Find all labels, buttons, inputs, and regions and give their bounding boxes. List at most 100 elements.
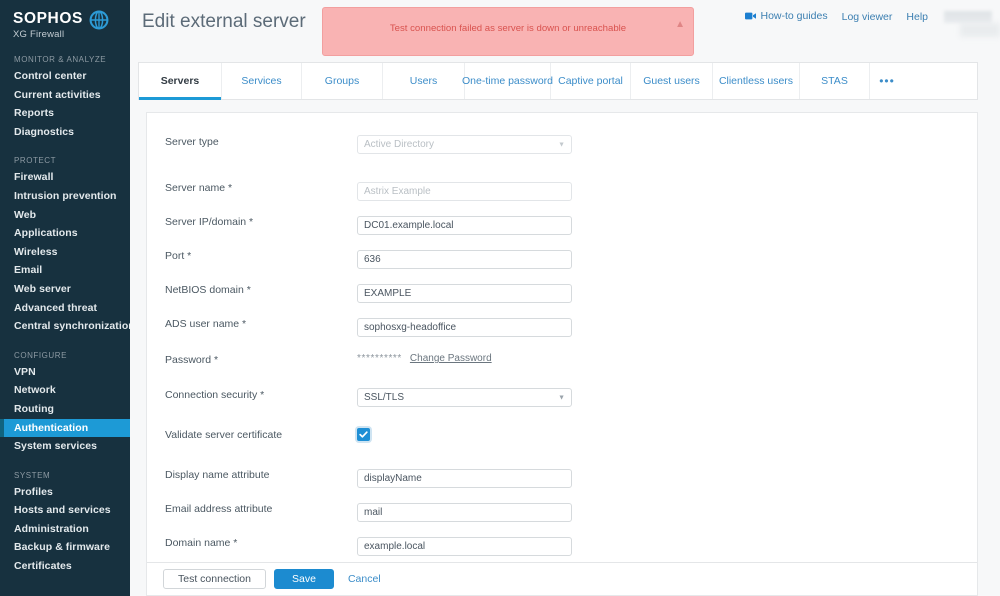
server-settings-card: Server type Active Directory ▼ Server na…: [146, 112, 978, 596]
page-header: Edit external server Test connection fai…: [130, 0, 1000, 62]
connection-security-value: SSL/TLS: [364, 392, 405, 403]
change-password-link[interactable]: Change Password: [410, 353, 492, 365]
sidebar-item-current-activities[interactable]: Current activities: [0, 86, 130, 105]
error-alert-banner: Test connection failed as server is down…: [322, 7, 694, 56]
port-label: Port *: [165, 250, 192, 262]
ellipsis-icon: •••: [879, 74, 895, 88]
sidebar-item-hosts-and-services[interactable]: Hosts and services: [0, 501, 130, 520]
sidebar-item-applications[interactable]: Applications: [0, 224, 130, 243]
ads-user-label: ADS user name *: [165, 318, 247, 330]
password-label: Password *: [165, 354, 219, 366]
sidebar-section-title: SYSTEM: [14, 470, 51, 480]
sidebar-item-control-center[interactable]: Control center: [0, 67, 130, 86]
field-row-server-name: Server name *: [147, 181, 977, 207]
sidebar-item-administration[interactable]: Administration: [0, 520, 130, 539]
server-type-label: Server type: [165, 136, 219, 148]
tab-clientless-users[interactable]: Clientless users: [713, 63, 800, 99]
how-to-guides-link[interactable]: How-to guides: [745, 9, 828, 24]
cancel-button[interactable]: Cancel: [342, 569, 387, 589]
chevron-up-icon[interactable]: ▲: [675, 20, 685, 30]
sidebar-item-web-server[interactable]: Web server: [0, 280, 130, 299]
video-camera-icon: [745, 10, 757, 24]
netbios-label: NetBIOS domain *: [165, 284, 251, 296]
field-row-server-type: Server type Active Directory ▼: [147, 135, 977, 161]
email-attr-input[interactable]: [357, 503, 572, 522]
chevron-down-icon: ▼: [558, 141, 565, 148]
field-row-validate-cert: Validate server certificate: [147, 428, 977, 454]
log-viewer-link[interactable]: Log viewer: [842, 10, 893, 24]
sidebar-item-reports[interactable]: Reports: [0, 104, 130, 123]
sidebar-section: SYSTEM Profiles Hosts and services Administ…: [0, 466, 130, 576]
tab-one-time-password[interactable]: One-time password: [462, 63, 553, 99]
edit-external-server-form: Server type Active Directory ▼ Server na…: [147, 113, 977, 595]
domain-name-label: Domain name *: [165, 537, 238, 549]
sidebar-item-authentication[interactable]: Authentication: [0, 418, 130, 438]
field-row-password: Password * ********** Change Password: [147, 353, 977, 379]
chevron-down-icon: ▼: [558, 394, 565, 401]
sidebar-item-web[interactable]: Web: [0, 206, 130, 225]
field-row-email-attr: Email address attribute: [147, 502, 977, 528]
connection-security-select[interactable]: SSL/TLS ▼: [357, 388, 572, 407]
help-link[interactable]: Help: [906, 10, 928, 24]
main-region: Edit external server Test connection fai…: [130, 0, 1000, 596]
sidebar-section-title: PROTECT: [14, 156, 57, 166]
validate-cert-label: Validate server certificate: [165, 429, 283, 441]
email-attr-label: Email address attribute: [165, 503, 273, 515]
server-ip-input[interactable]: [357, 216, 572, 235]
sidebar-item-wireless[interactable]: Wireless: [0, 243, 130, 262]
sidebar-section: PROTECT Firewall Intrusion prevention Web Ap…: [0, 151, 130, 335]
brand-logo[interactable]: SOPHOS XG Firewall: [0, 0, 130, 40]
tab-overflow-menu[interactable]: •••: [870, 63, 904, 99]
user-account-redacted[interactable]: [944, 10, 992, 23]
brand-name: SOPHOS: [13, 10, 83, 27]
field-row-server-ip: Server IP/domain *: [147, 215, 977, 241]
tab-groups[interactable]: Groups: [302, 63, 383, 99]
tab-guest-users[interactable]: Guest users: [631, 63, 713, 99]
ads-user-input[interactable]: [357, 318, 572, 337]
sidebar-item-routing[interactable]: Routing: [0, 400, 130, 419]
field-row-display-name-attr: Display name attribute: [147, 468, 977, 494]
port-input[interactable]: [357, 250, 572, 269]
domain-name-input[interactable]: [357, 537, 572, 556]
field-row-port: Port *: [147, 249, 977, 275]
tab-users[interactable]: Users: [383, 63, 465, 99]
server-name-label: Server name *: [165, 182, 233, 194]
sidebar-section: CONFIGURE VPN Network Routing Authentication…: [0, 346, 130, 456]
save-button[interactable]: Save: [273, 569, 334, 589]
netbios-input[interactable]: [357, 284, 572, 303]
server-type-select[interactable]: Active Directory ▼: [357, 135, 572, 154]
sidebar-item-network[interactable]: Network: [0, 381, 130, 400]
sidebar-section-title: CONFIGURE: [14, 350, 67, 360]
application-window: SOPHOS XG Firewall MONITOR & ANALYZE Cont…: [0, 0, 1000, 596]
error-alert-message: Test connection failed as server is down…: [389, 23, 627, 34]
sidebar-item-firewall[interactable]: Firewall: [0, 168, 130, 187]
sidebar-item-advanced-threat[interactable]: Advanced threat: [0, 299, 130, 318]
sidebar-section-title: MONITOR & ANALYZE: [14, 55, 107, 64]
tab-servers[interactable]: Servers: [139, 63, 222, 100]
tab-captive-portal[interactable]: Captive portal: [551, 63, 631, 99]
header-links: How-to guides Log viewer Help: [745, 9, 992, 24]
validate-cert-checkbox[interactable]: [357, 428, 370, 441]
display-name-attr-label: Display name attribute: [165, 469, 270, 481]
sidebar-item-backup-firmware[interactable]: Backup & firmware: [0, 538, 130, 557]
sidebar-item-certificates[interactable]: Certificates: [0, 557, 130, 576]
sidebar-item-diagnostics[interactable]: Diagnostics: [0, 123, 130, 142]
server-name-input[interactable]: [357, 182, 572, 201]
test-connection-button[interactable]: Test connection: [163, 569, 266, 589]
field-row-domain-name: Domain name *: [147, 536, 977, 562]
sidebar-item-vpn[interactable]: VPN: [0, 363, 130, 382]
tab-stas[interactable]: STAS: [800, 63, 870, 99]
brand-product: XG Firewall: [13, 29, 65, 40]
form-action-bar: Test connection Save Cancel: [147, 562, 977, 595]
sidebar-item-profiles[interactable]: Profiles: [0, 483, 130, 502]
sidebar-item-intrusion-prevention[interactable]: Intrusion prevention: [0, 187, 130, 206]
tab-services[interactable]: Services: [222, 63, 302, 99]
display-name-attr-input[interactable]: [357, 469, 572, 488]
connection-security-label: Connection security *: [165, 389, 265, 401]
server-type-value: Active Directory: [364, 139, 435, 150]
field-row-ads-user: ADS user name *: [147, 317, 977, 343]
sidebar-item-system-services[interactable]: System services: [0, 437, 130, 456]
sidebar-item-email[interactable]: Email: [0, 261, 130, 280]
sophos-globe-icon: [89, 10, 109, 35]
sidebar-item-central-synchronization[interactable]: Central synchronization: [0, 317, 130, 336]
